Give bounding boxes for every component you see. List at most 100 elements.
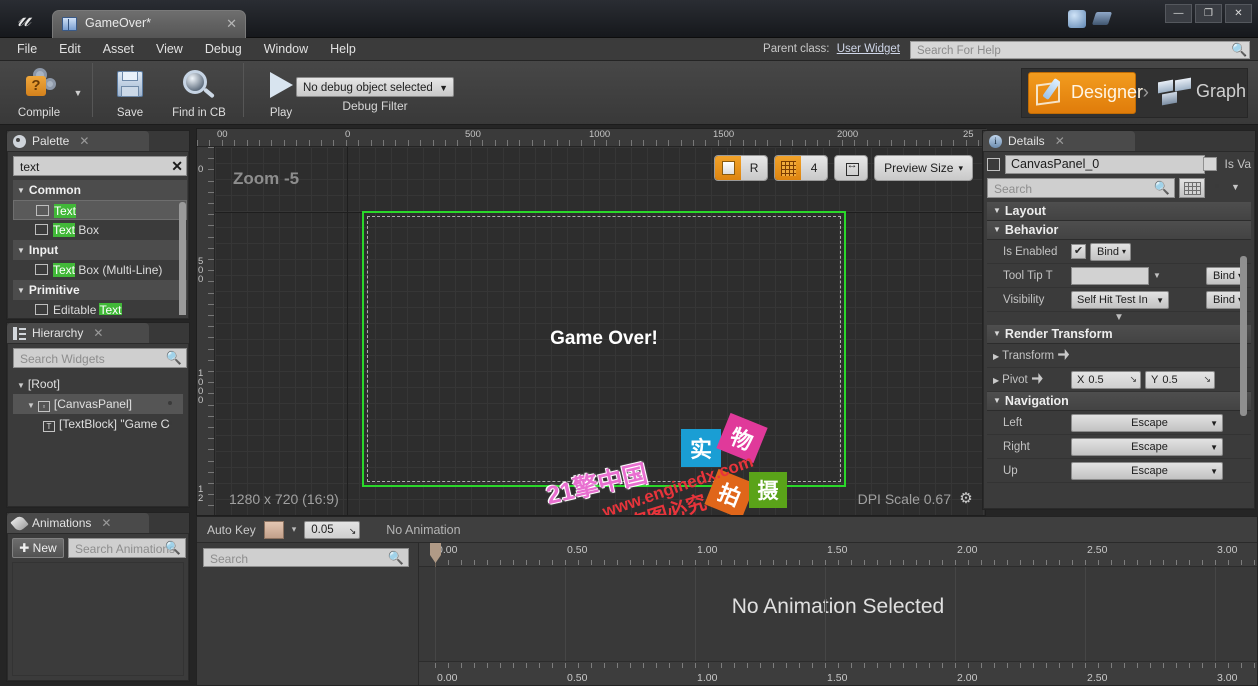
asset-tab-gameover[interactable]: GameOver* ✕	[52, 10, 246, 38]
tooltip-text-input[interactable]	[1071, 266, 1149, 285]
minimize-button[interactable]: —	[1165, 4, 1192, 23]
hierarchy-panel-tab[interactable]: Hierarchy ✕	[7, 323, 149, 343]
visibility-dropdown[interactable]: Self Hit Test In ▼	[1071, 290, 1169, 309]
pivot-y-input[interactable]: Y 0.5 ↘	[1145, 370, 1215, 389]
clear-icon[interactable]: ✕	[171, 157, 183, 175]
is-variable-checkbox[interactable]	[1203, 157, 1217, 171]
hierarchy-row-root[interactable]: ▼ [Root]	[13, 374, 183, 394]
details-close-icon[interactable]: ✕	[1055, 134, 1065, 148]
details-search-input[interactable]: Search 🔍	[987, 178, 1175, 198]
nav-up-dropdown[interactable]: Escape ▼	[1071, 461, 1223, 480]
mode-graph-button[interactable]: Graph	[1156, 72, 1247, 114]
help-search-box[interactable]: Search For Help 🔍	[910, 41, 1250, 59]
save-button[interactable]: Save	[99, 63, 161, 121]
chevron-down-icon[interactable]: ▼	[1153, 271, 1161, 280]
snap-interval-input[interactable]: 0.05 ↘	[304, 520, 361, 539]
palette-item-text-box[interactable]: Text Box	[13, 220, 187, 240]
mode-designer-button[interactable]: Designer	[1028, 72, 1143, 114]
hierarchy-close-icon[interactable]: ✕	[93, 326, 103, 340]
widget-canvas[interactable]: Zoom -5 Game Over! 实物拍摄 21擎中国 www.enginedx…	[215, 147, 985, 515]
section-navigation[interactable]: ▼ Navigation	[987, 392, 1251, 411]
auto-key-toggle-icon[interactable]	[263, 520, 284, 539]
section-behavior[interactable]: ▼ Behavior	[987, 221, 1251, 240]
animations-list[interactable]	[12, 562, 184, 676]
reset-arrow-icon[interactable]	[1058, 349, 1070, 360]
fill-screen-icon[interactable]	[715, 156, 742, 180]
pivot-x-input[interactable]: X 0.5 ↘	[1071, 370, 1141, 389]
hierarchy-row-textblock[interactable]: T [TextBlock] "Game O	[13, 414, 183, 434]
chevron-down-icon[interactable]: ▾	[292, 524, 297, 535]
object-name-input[interactable]: CanvasPanel_0	[1005, 155, 1205, 174]
grid-snap-size-button[interactable]: 4	[801, 156, 828, 180]
menu-window[interactable]: Window	[253, 38, 319, 61]
tab-close-icon[interactable]: ✕	[226, 15, 237, 33]
menu-help[interactable]: Help	[319, 38, 367, 61]
hierarchy-row-canvaspanel[interactable]: ▼ ▫ [CanvasPanel]	[13, 394, 183, 414]
palette-panel-tab[interactable]: Palette ✕	[7, 131, 149, 151]
zoom-to-fit-button[interactable]	[834, 155, 869, 181]
canvas-panel-selection-frame[interactable]: Game Over!	[362, 211, 846, 487]
spinner-icon[interactable]: ↘	[1129, 374, 1137, 385]
compile-options-caret-icon[interactable]: ▼	[70, 63, 86, 121]
animations-search-input[interactable]: Search Animations 🔍	[68, 538, 186, 558]
grid-snap-group[interactable]: 4	[774, 155, 829, 181]
palette-scrollbar[interactable]	[179, 202, 186, 315]
palette-category-input[interactable]: ▼ Input	[13, 240, 187, 260]
palette-item-text[interactable]: Text	[13, 200, 187, 220]
compile-button[interactable]: ? Compile	[8, 63, 70, 121]
debug-object-dropdown[interactable]: No debug object selected ▼	[296, 77, 454, 97]
section-layout[interactable]: ▼ Layout	[987, 202, 1251, 221]
parent-class-link[interactable]: User Widget	[837, 43, 900, 55]
menu-debug[interactable]: Debug	[194, 38, 253, 61]
gear-icon[interactable]: ⚙	[957, 490, 975, 508]
chevron-right-icon[interactable]: ▶	[993, 376, 999, 385]
reset-arrow-icon[interactable]	[1031, 373, 1043, 384]
preview-size-button[interactable]: Preview Size ▾	[874, 155, 973, 181]
expand-more-icon[interactable]: ▼	[987, 312, 1251, 325]
nav-left-dropdown[interactable]: Escape ▼	[1071, 413, 1223, 432]
timeline-tick	[578, 560, 579, 565]
chevron-down-icon[interactable]: ▼	[1231, 182, 1240, 192]
visibility-eye-icon[interactable]	[163, 398, 177, 409]
grid-snap-icon[interactable]	[775, 156, 802, 180]
nav-right-dropdown[interactable]: Escape ▼	[1071, 437, 1223, 456]
designer-viewport[interactable]: 00 0 500 1000 1500 2000 25 0 500 1000 12…	[196, 128, 987, 518]
menu-asset[interactable]: Asset	[92, 38, 145, 61]
toggle-r-button[interactable]: R	[741, 156, 768, 180]
menu-edit[interactable]: Edit	[48, 38, 92, 61]
find-in-cb-button[interactable]: Find in CB	[161, 63, 237, 121]
timeline-ruler-top[interactable]: 0.00 0.50 1.00 1.50 2.00 2.50 3.00	[419, 543, 1257, 567]
hierarchy-search-input[interactable]: Search Widgets 🔍	[13, 348, 187, 368]
bind-button[interactable]: Bind ▾	[1090, 242, 1132, 261]
palette-close-icon[interactable]: ✕	[79, 134, 89, 148]
chevron-right-icon[interactable]: ▶	[993, 352, 999, 361]
menu-view[interactable]: View	[145, 38, 194, 61]
visibility-eye-icon[interactable]	[163, 418, 177, 429]
hierarchy-tree[interactable]: ▼ [Root] ▼ ▫ [CanvasPanel] T [TextBlock] "Ga…	[13, 374, 183, 502]
palette-category-primitive[interactable]: ▼ Primitive	[13, 280, 187, 300]
animations-close-icon[interactable]: ✕	[101, 516, 111, 530]
spinner-icon[interactable]: ↘	[349, 523, 357, 539]
close-button[interactable]: ✕	[1225, 4, 1252, 23]
palette-list[interactable]: ▼ Common Text Text Box ▼ Input Text Box (M…	[13, 180, 187, 315]
details-property-list[interactable]: ▼Layout ▼Behavior Is Enabled ✔ Bind ▾	[987, 202, 1251, 505]
palette-search-input[interactable]: text ✕	[13, 156, 187, 176]
section-render-transform[interactable]: ▼ Render Transform	[987, 325, 1251, 344]
game-over-textblock[interactable]: Game Over!	[364, 328, 844, 350]
details-scrollbar[interactable]	[1240, 256, 1247, 416]
maximize-button[interactable]: ❐	[1195, 4, 1222, 23]
timeline-ruler-bottom[interactable]: 0.00 0.50 1.00 1.50 2.00 2.50 3.00	[419, 661, 1257, 685]
details-filter-button[interactable]	[1179, 178, 1205, 198]
menu-file[interactable]: File	[6, 38, 48, 61]
new-animation-button[interactable]: ✚ New	[12, 538, 64, 558]
animations-panel-tab[interactable]: Animations ✕	[7, 513, 149, 533]
palette-item-text-box-multiline[interactable]: Text Box (Multi-Line)	[13, 260, 187, 280]
timeline-search-input[interactable]: Search 🔍	[203, 548, 409, 567]
palette-category-common[interactable]: ▼ Common	[13, 180, 187, 200]
is-enabled-checkbox[interactable]: ✔	[1071, 244, 1086, 259]
details-panel-tab[interactable]: i Details ✕	[983, 131, 1135, 151]
palette-item-editable-text[interactable]: Editable Text	[13, 300, 187, 315]
spinner-icon[interactable]: ↘	[1203, 374, 1211, 385]
timeline-tracks-area[interactable]: 0.00 0.50 1.00 1.50 2.00 2.50 3.00 0.00 0.50 1.0…	[419, 543, 1257, 685]
resolution-lock-group[interactable]: R	[714, 155, 769, 181]
